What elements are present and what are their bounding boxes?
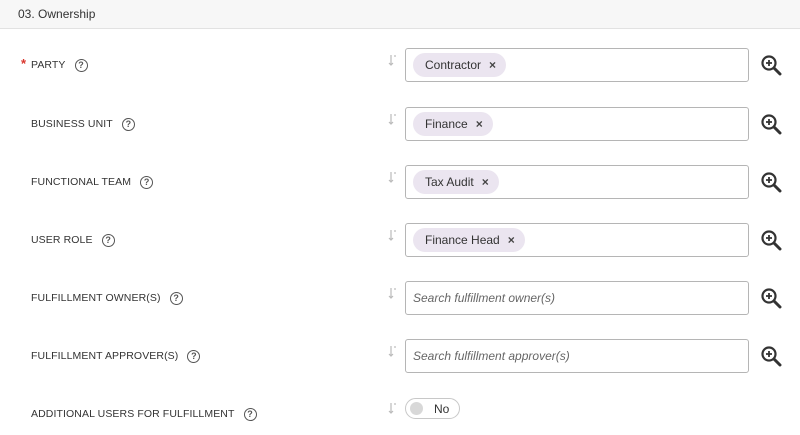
fulfillment-owners-input[interactable] bbox=[405, 281, 749, 315]
zoom-in-icon[interactable] bbox=[760, 113, 782, 135]
required-indicator: * bbox=[21, 56, 27, 71]
chip-label: Finance bbox=[425, 117, 468, 131]
fulfillment-owners-search[interactable] bbox=[413, 282, 748, 314]
business-unit-input[interactable]: Finance × bbox=[405, 107, 749, 141]
field-label-functional-team: FUNCTIONAL TEAM bbox=[31, 176, 132, 188]
help-icon[interactable]: ? bbox=[74, 58, 88, 72]
sort-arrow-icon[interactable] bbox=[388, 402, 398, 416]
fulfillment-approvers-input[interactable] bbox=[405, 339, 749, 373]
user-role-input[interactable]: Finance Head × bbox=[405, 223, 749, 257]
field-row-user-role: USER ROLE ? Finance Head × bbox=[0, 220, 800, 260]
section-header: 03. Ownership bbox=[0, 0, 800, 29]
zoom-in-icon[interactable] bbox=[760, 54, 782, 76]
section-title: 03. Ownership bbox=[18, 7, 96, 21]
field-label-fulfillment-approvers: FULFILLMENT APPROVER(S) bbox=[31, 350, 179, 362]
party-input[interactable]: Contractor × bbox=[405, 48, 749, 82]
field-row-additional-users: ADDITIONAL USERS FOR FULFILLMENT ? No bbox=[0, 394, 800, 434]
business-unit-chip: Finance × bbox=[413, 112, 493, 136]
field-row-business-unit: BUSINESS UNIT ? Finance × bbox=[0, 104, 800, 144]
field-label-user-role: USER ROLE bbox=[31, 234, 93, 246]
sort-arrow-icon[interactable] bbox=[388, 345, 398, 359]
field-row-fulfillment-approvers: FULFILLMENT APPROVER(S) ? bbox=[0, 336, 800, 376]
field-label-business-unit: BUSINESS UNIT bbox=[31, 118, 113, 130]
close-icon[interactable]: × bbox=[476, 117, 483, 131]
functional-team-input[interactable]: Tax Audit × bbox=[405, 165, 749, 199]
zoom-in-icon[interactable] bbox=[760, 287, 782, 309]
help-icon[interactable]: ? bbox=[140, 175, 154, 189]
chip-label: Tax Audit bbox=[425, 175, 474, 189]
chip-label: Finance Head bbox=[425, 233, 500, 247]
zoom-in-icon[interactable] bbox=[760, 345, 782, 367]
chip-label: Contractor bbox=[425, 58, 482, 72]
functional-team-chip: Tax Audit × bbox=[413, 170, 499, 194]
field-row-party: * PARTY ? Contractor × bbox=[0, 45, 800, 85]
user-role-chip: Finance Head × bbox=[413, 228, 525, 252]
close-icon[interactable]: × bbox=[482, 175, 489, 189]
help-icon[interactable]: ? bbox=[187, 349, 201, 363]
field-row-functional-team: FUNCTIONAL TEAM ? Tax Audit × bbox=[0, 162, 800, 202]
close-icon[interactable]: × bbox=[508, 233, 515, 247]
additional-users-toggle[interactable]: No bbox=[405, 398, 460, 419]
help-icon[interactable]: ? bbox=[121, 117, 135, 131]
zoom-in-icon[interactable] bbox=[760, 171, 782, 193]
zoom-in-icon[interactable] bbox=[760, 229, 782, 251]
sort-arrow-icon[interactable] bbox=[388, 113, 398, 127]
toggle-label: No bbox=[434, 401, 450, 416]
fulfillment-approvers-search[interactable] bbox=[413, 340, 748, 372]
sort-arrow-icon[interactable] bbox=[388, 54, 398, 68]
field-row-fulfillment-owners: FULFILLMENT OWNER(S) ? bbox=[0, 278, 800, 318]
field-label-party: PARTY bbox=[31, 59, 66, 71]
party-chip: Contractor × bbox=[413, 53, 507, 77]
field-label-additional-users: ADDITIONAL USERS FOR FULFILLMENT bbox=[31, 408, 235, 420]
field-label-fulfillment-owners: FULFILLMENT OWNER(S) bbox=[31, 292, 161, 304]
sort-arrow-icon[interactable] bbox=[388, 287, 398, 301]
help-icon[interactable]: ? bbox=[243, 407, 257, 421]
sort-arrow-icon[interactable] bbox=[388, 229, 398, 243]
help-icon[interactable]: ? bbox=[169, 291, 183, 305]
sort-arrow-icon[interactable] bbox=[388, 171, 398, 185]
toggle-knob bbox=[410, 402, 423, 415]
close-icon[interactable]: × bbox=[489, 58, 496, 72]
help-icon[interactable]: ? bbox=[101, 233, 115, 247]
